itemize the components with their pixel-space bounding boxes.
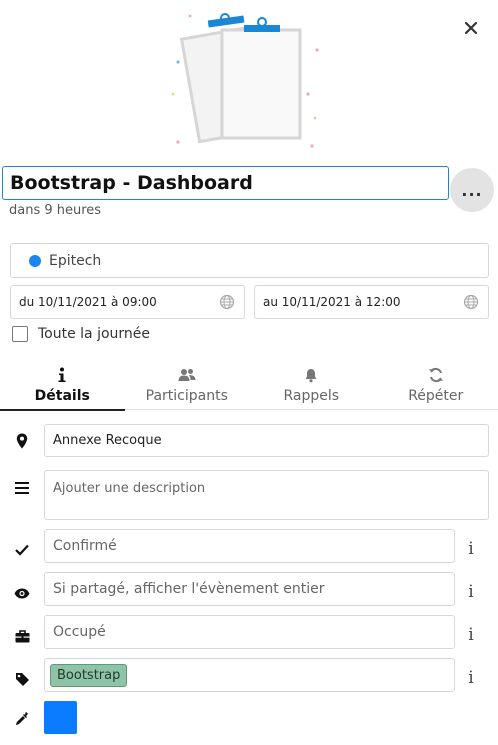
briefcase-icon xyxy=(12,626,32,646)
status-select[interactable]: Confirmé xyxy=(44,529,455,563)
tab-reminders[interactable]: Rappels xyxy=(249,360,374,410)
visibility-text: Si partagé, afficher l'évènement entier xyxy=(53,581,325,597)
availability-select[interactable]: Occupé xyxy=(44,615,455,649)
bell-icon xyxy=(304,365,318,385)
timezone-globe-icon[interactable] xyxy=(219,294,235,313)
repeat-icon xyxy=(428,365,444,385)
timezone-globe-icon[interactable] xyxy=(463,294,479,313)
end-date-text: au 10/11/2021 à 12:00 xyxy=(263,295,401,309)
tab-details[interactable]: Détails xyxy=(0,360,125,411)
calendar-select[interactable]: Epitech xyxy=(10,243,489,278)
tab-bar: Détails Participants Rappels Répéter xyxy=(0,360,498,411)
description-lines-icon xyxy=(12,478,32,498)
eyedropper-icon xyxy=(12,708,32,728)
location-input[interactable]: Annexe Recoque xyxy=(44,424,489,457)
map-marker-icon xyxy=(12,431,32,451)
visibility-info-icon[interactable]: i xyxy=(464,582,478,602)
calendar-color-dot xyxy=(29,254,41,267)
start-date-field[interactable]: du 10/11/2021 à 09:00 xyxy=(10,285,245,319)
all-day-label: Toute la journée xyxy=(38,326,151,342)
description-placeholder: Ajouter une description xyxy=(53,481,206,496)
availability-text: Occupé xyxy=(53,624,106,640)
tab-repeat[interactable]: Répéter xyxy=(374,360,498,410)
tag-chip[interactable]: Bootstrap xyxy=(50,663,128,687)
tab-participants-label: Participants xyxy=(145,388,228,404)
relative-time-text: dans 9 heures xyxy=(9,203,102,218)
clipboard-illustration xyxy=(170,10,330,158)
tab-participants[interactable]: Participants xyxy=(125,360,250,410)
check-icon xyxy=(12,540,32,560)
tags-info-icon[interactable]: i xyxy=(464,668,478,688)
more-options-button[interactable]: ... xyxy=(450,168,494,212)
eye-icon xyxy=(12,583,32,603)
all-day-checkbox[interactable] xyxy=(12,326,28,342)
end-date-field[interactable]: au 10/11/2021 à 12:00 xyxy=(254,285,489,319)
tab-reminders-label: Rappels xyxy=(283,388,340,404)
status-text: Confirmé xyxy=(53,538,117,554)
close-button[interactable] xyxy=(459,16,483,40)
description-textarea[interactable]: Ajouter une description xyxy=(44,470,489,520)
tag-icon xyxy=(12,669,32,689)
availability-info-icon[interactable]: i xyxy=(464,625,478,645)
all-day-toggle[interactable]: Toute la journée xyxy=(12,326,150,342)
tags-input[interactable]: Bootstrap xyxy=(44,658,455,692)
calendar-name: Epitech xyxy=(49,252,102,269)
tab-repeat-label: Répéter xyxy=(408,388,464,404)
location-text: Annexe Recoque xyxy=(53,433,162,448)
close-icon xyxy=(464,21,478,35)
event-title-input[interactable]: Bootstrap - Dashboard xyxy=(2,166,449,200)
info-icon xyxy=(57,365,67,385)
tab-details-label: Détails xyxy=(34,388,90,404)
users-icon xyxy=(178,365,196,385)
status-info-icon[interactable]: i xyxy=(464,539,478,559)
start-date-text: du 10/11/2021 à 09:00 xyxy=(19,295,157,309)
event-color-swatch[interactable] xyxy=(44,701,77,734)
visibility-select[interactable]: Si partagé, afficher l'évènement entier xyxy=(44,572,455,606)
